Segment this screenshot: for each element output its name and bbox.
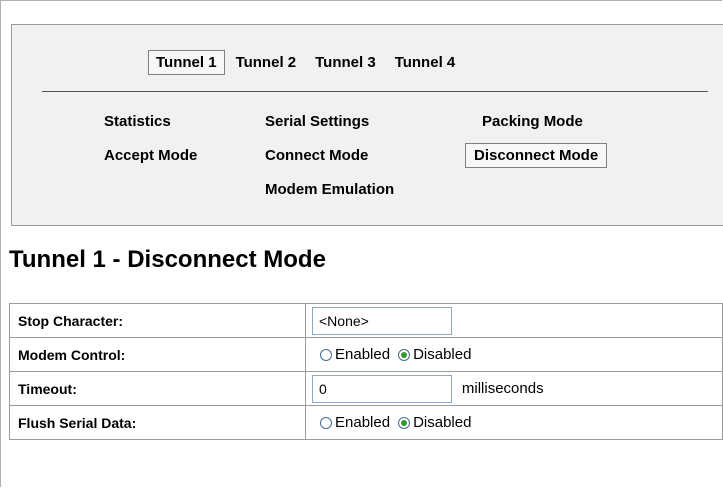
timeout-cell: milliseconds — [305, 371, 723, 406]
flush-serial-data-disabled-option[interactable]: Disabled — [398, 414, 471, 431]
timeout-unit: milliseconds — [461, 380, 544, 397]
nav-link-connect-mode[interactable]: Connect Mode — [256, 143, 377, 168]
nav-link-serial-settings[interactable]: Serial Settings — [256, 109, 378, 134]
nav-link-disconnect-mode[interactable]: Disconnect Mode — [465, 143, 608, 168]
flush-serial-data-enabled-label: Enabled — [335, 414, 391, 431]
tunnel-navigation-panel: Tunnel 1 Tunnel 2 Tunnel 3 Tunnel 4 Stat… — [11, 24, 723, 226]
nav-link-accept-mode[interactable]: Accept Mode — [95, 143, 206, 168]
timeout-label: Timeout: — [9, 371, 306, 406]
modem-control-enabled-radio[interactable] — [320, 348, 332, 361]
nav-link-statistics[interactable]: Statistics — [95, 109, 180, 134]
disconnect-mode-settings-table: Stop Character: Modem Control: Enabled D… — [9, 303, 723, 440]
tab-tunnel-3[interactable]: Tunnel 3 — [307, 50, 384, 75]
modem-control-enabled-label: Enabled — [335, 346, 391, 363]
tab-tunnel-1[interactable]: Tunnel 1 — [148, 49, 225, 75]
timeout-input[interactable] — [312, 374, 452, 403]
stop-character-input[interactable] — [312, 306, 452, 335]
flush-serial-data-enabled-option[interactable]: Enabled — [312, 414, 390, 431]
nav-divider — [42, 91, 708, 92]
tunnel-tabs: Tunnel 1 Tunnel 2 Tunnel 3 Tunnel 4 — [148, 48, 466, 76]
modem-control-disabled-radio[interactable] — [398, 348, 411, 361]
modem-control-cell: Enabled Disabled — [305, 337, 723, 372]
flush-serial-data-cell: Enabled Disabled — [305, 405, 723, 440]
page-title: Tunnel 1 - Disconnect Mode — [9, 246, 326, 273]
modem-control-radio-group: Enabled Disabled — [312, 346, 714, 363]
flush-serial-data-disabled-radio[interactable] — [398, 416, 411, 429]
nav-link-packing-mode[interactable]: Packing Mode — [473, 109, 592, 134]
table-row: Timeout: milliseconds — [9, 371, 723, 406]
table-row: Flush Serial Data: Enabled Disabled — [9, 405, 723, 440]
flush-serial-data-radio-group: Enabled Disabled — [312, 414, 714, 431]
flush-serial-data-disabled-label: Disabled — [413, 414, 472, 431]
table-row: Stop Character: — [9, 303, 723, 338]
stop-character-label: Stop Character: — [9, 303, 306, 338]
nav-link-modem-emulation[interactable]: Modem Emulation — [256, 177, 403, 202]
modem-control-enabled-option[interactable]: Enabled — [312, 346, 390, 363]
flush-serial-data-label: Flush Serial Data: — [9, 405, 306, 440]
table-row: Modem Control: Enabled Disabled — [9, 337, 723, 372]
flush-serial-data-enabled-radio[interactable] — [320, 416, 332, 429]
modem-control-label: Modem Control: — [9, 337, 306, 372]
tab-tunnel-4[interactable]: Tunnel 4 — [387, 50, 464, 75]
stop-character-cell — [305, 303, 723, 338]
modem-control-disabled-option[interactable]: Disabled — [398, 346, 471, 363]
modem-control-disabled-label: Disabled — [413, 346, 472, 363]
tab-tunnel-2[interactable]: Tunnel 2 — [228, 50, 305, 75]
